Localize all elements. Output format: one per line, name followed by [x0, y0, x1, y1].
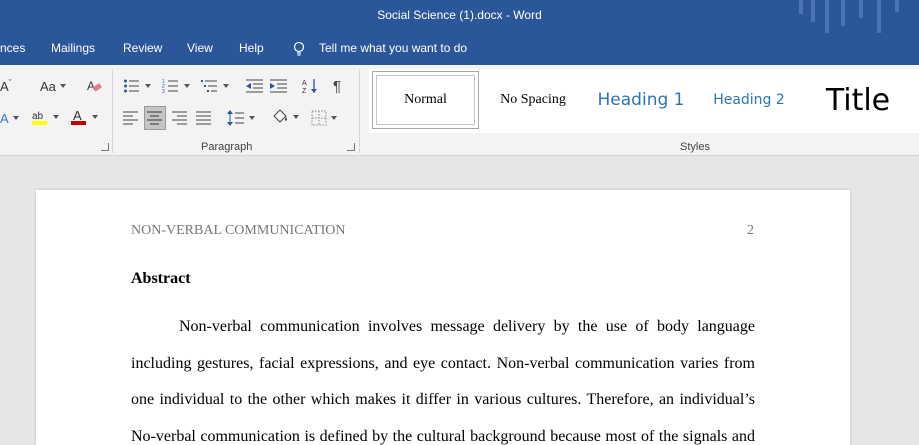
paragraph-dialog-launcher[interactable]	[347, 143, 355, 151]
document-page[interactable]: NON-VERBAL COMMUNICATION 2 Abstract Non-…	[36, 190, 850, 445]
line-spacing-icon	[227, 110, 244, 126]
style-title-label: Title	[825, 82, 891, 118]
change-case-button[interactable]: Aa	[40, 76, 66, 96]
decrease-indent-icon	[246, 79, 263, 93]
numbering-button[interactable]: 1 2 3	[162, 76, 190, 96]
tab-view[interactable]: View	[187, 41, 213, 55]
show-marks-button[interactable]: ¶	[333, 76, 341, 96]
increase-indent-button[interactable]	[270, 76, 288, 96]
body-line-text: No-verbal communication is defined by th…	[131, 428, 755, 445]
ribbon-tabs: nces Mailings Review View Help Tell me w…	[0, 33, 919, 65]
style-no-spacing[interactable]: No Spacing	[481, 71, 585, 129]
svg-text:Z: Z	[302, 88, 307, 94]
window-title: Social Science (1).docx - Word	[377, 8, 542, 22]
style-heading-1[interactable]: Heading 1	[588, 71, 694, 129]
justify-button[interactable]	[196, 108, 212, 128]
sort-button[interactable]: AZ	[302, 76, 320, 96]
justify-icon	[196, 111, 211, 125]
justify-center-button[interactable]	[144, 106, 166, 130]
style-normal-label: Normal	[404, 92, 447, 107]
shading-button[interactable]	[271, 107, 299, 127]
align-left-icon	[123, 111, 138, 125]
ribbon: Aˇ Aa A A ab A 1 2 3 A Z ¶ Paragraph Nor…	[0, 65, 919, 156]
paint-bucket-icon	[273, 109, 287, 123]
body-line: including gestures, facial expressions, …	[131, 347, 755, 384]
tab-review[interactable]: Review	[123, 41, 162, 55]
clear-formatting-button[interactable]: A	[86, 76, 102, 96]
pilcrow-icon: ¶	[333, 77, 342, 95]
bullets-button[interactable]	[123, 76, 151, 96]
styles-group-label: Styles	[680, 141, 710, 153]
tab-mailings[interactable]: Mailings	[51, 41, 95, 55]
style-heading-2[interactable]: Heading 2	[697, 71, 801, 129]
bullet-list-icon	[124, 79, 139, 93]
running-header: NON-VERBAL COMMUNICATION	[131, 223, 346, 238]
sort-icon: AZ	[302, 79, 317, 94]
decrease-indent-button[interactable]	[246, 76, 264, 96]
shrink-font-button[interactable]: Aˇ	[0, 76, 12, 96]
font-dialog-launcher[interactable]	[101, 143, 109, 151]
borders-button[interactable]	[311, 108, 337, 128]
multilevel-list-button[interactable]	[201, 76, 229, 96]
font-color-button[interactable]: A	[70, 107, 98, 127]
title-bar: Social Science (1).docx - Word	[0, 0, 919, 33]
svg-text:ab: ab	[32, 111, 44, 122]
body-line-text: including gestures, facial expressions, …	[131, 354, 755, 372]
borders-icon	[311, 110, 327, 126]
line-spacing-button[interactable]	[227, 108, 255, 128]
change-case-label: Aa	[40, 78, 56, 94]
style-normal[interactable]: Normal	[372, 71, 479, 129]
highlight-color-button[interactable]: ab	[31, 107, 59, 127]
svg-text:3: 3	[162, 89, 165, 94]
svg-text:A: A	[302, 80, 307, 87]
tab-help[interactable]: Help	[239, 41, 264, 55]
align-right-icon	[172, 111, 187, 125]
text-effects-button[interactable]: A	[0, 108, 19, 128]
tell-me-search[interactable]: Tell me what you want to do	[319, 41, 467, 55]
style-heading-1-label: Heading 1	[597, 90, 685, 110]
style-heading-2-label: Heading 2	[713, 92, 785, 108]
svg-text:A: A	[87, 79, 95, 93]
numbered-list-icon: 1 2 3	[162, 79, 178, 94]
multilevel-list-icon	[201, 80, 217, 92]
align-right-button[interactable]	[172, 108, 188, 128]
styles-gallery: Normal No Spacing Heading 1 Heading 2 Ti…	[369, 69, 919, 133]
highlighter-icon: ab	[32, 111, 47, 125]
body-line: Non-verbal communication involves messag…	[131, 310, 755, 347]
body-line: one individual to the other which makes …	[131, 383, 755, 420]
ribbon-separator	[112, 69, 113, 153]
font-color-icon: A	[71, 108, 86, 125]
page-number: 2	[747, 223, 754, 238]
align-center-icon	[147, 111, 162, 125]
body-line-text: Non-verbal communication involves messag…	[179, 318, 755, 335]
body-line: No-verbal communication is defined by th…	[131, 420, 755, 445]
abstract-heading: Abstract	[131, 270, 191, 287]
titlebar-pattern	[789, 0, 919, 33]
style-title[interactable]: Title	[806, 71, 910, 129]
document-body[interactable]: Non-verbal communication involves messag…	[131, 310, 755, 445]
paragraph-group-label: Paragraph	[201, 141, 253, 153]
align-left-button[interactable]	[123, 108, 139, 128]
increase-indent-icon	[270, 79, 287, 93]
svg-text:A: A	[73, 108, 82, 123]
tab-references[interactable]: nces	[0, 41, 25, 55]
body-line-text: one individual to the other which makes …	[131, 391, 755, 409]
ribbon-separator	[359, 69, 360, 153]
eraser-icon: A	[87, 79, 102, 93]
style-no-spacing-label: No Spacing	[500, 92, 566, 107]
lightbulb-icon	[293, 41, 305, 56]
